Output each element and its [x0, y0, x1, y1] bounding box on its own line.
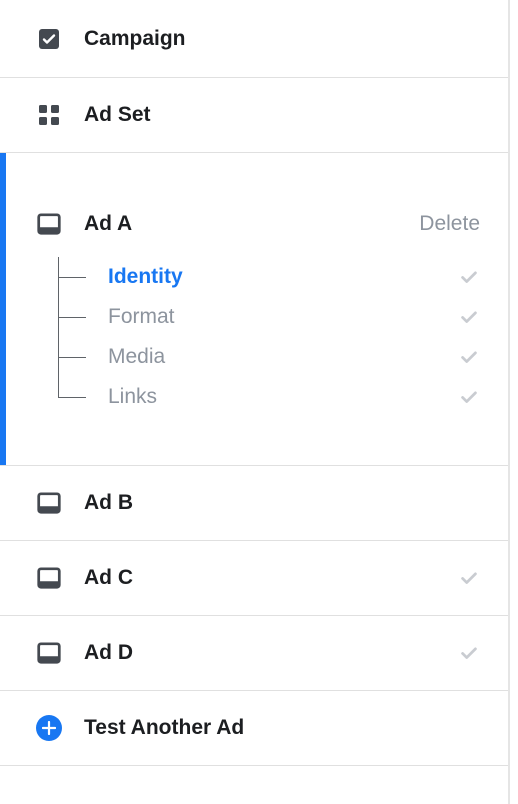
- section-label: Media: [108, 345, 165, 369]
- test-another-ad-button[interactable]: Test Another Ad: [0, 691, 508, 766]
- ad-title: Ad B: [84, 491, 133, 515]
- tree-connector-icon: [48, 337, 100, 377]
- nav-label-adset: Ad Set: [84, 103, 151, 127]
- tree-connector-icon: [48, 377, 100, 417]
- ad-item-b[interactable]: Ad B: [0, 466, 508, 541]
- checkmark-icon: [458, 346, 480, 368]
- ad-a-header[interactable]: Ad A Delete: [36, 153, 480, 253]
- section-label: Format: [108, 305, 175, 329]
- plus-icon: [36, 715, 62, 741]
- ad-icon: [36, 565, 62, 591]
- delete-button[interactable]: Delete: [419, 212, 480, 236]
- checkmark-icon: [458, 567, 480, 589]
- ad-item-c[interactable]: Ad C: [0, 541, 508, 616]
- checkmark-icon: [458, 386, 480, 408]
- ad-title: Ad D: [84, 641, 133, 665]
- ad-icon: [36, 211, 62, 237]
- checkmark-icon: [458, 306, 480, 328]
- ad-icon: [36, 490, 62, 516]
- ad-title: Ad C: [84, 566, 133, 590]
- checkmark-icon: [458, 266, 480, 288]
- ad-item-a-expanded: Ad A Delete Identity Format Medi: [0, 153, 508, 466]
- campaign-checkbox-icon: [36, 27, 62, 51]
- nav-item-adset[interactable]: Ad Set: [0, 78, 508, 153]
- section-links[interactable]: Links: [48, 377, 480, 417]
- adset-grid-icon: [36, 103, 62, 127]
- section-label: Identity: [108, 265, 183, 289]
- section-media[interactable]: Media: [48, 337, 480, 377]
- ad-icon: [36, 640, 62, 666]
- section-label: Links: [108, 385, 157, 409]
- test-another-ad-label: Test Another Ad: [84, 716, 244, 740]
- ads-nav-panel: Campaign Ad Set Ad A Delete: [0, 0, 510, 804]
- nav-item-campaign[interactable]: Campaign: [0, 0, 508, 78]
- section-format[interactable]: Format: [48, 297, 480, 337]
- tree-connector-icon: [48, 297, 100, 337]
- section-identity[interactable]: Identity: [48, 257, 480, 297]
- ad-item-d[interactable]: Ad D: [0, 616, 508, 691]
- checkmark-icon: [458, 642, 480, 664]
- ad-a-sections-tree: Identity Format Media: [48, 257, 480, 417]
- nav-label-campaign: Campaign: [84, 27, 186, 51]
- tree-connector-icon: [48, 257, 100, 297]
- ad-a-title: Ad A: [84, 212, 132, 236]
